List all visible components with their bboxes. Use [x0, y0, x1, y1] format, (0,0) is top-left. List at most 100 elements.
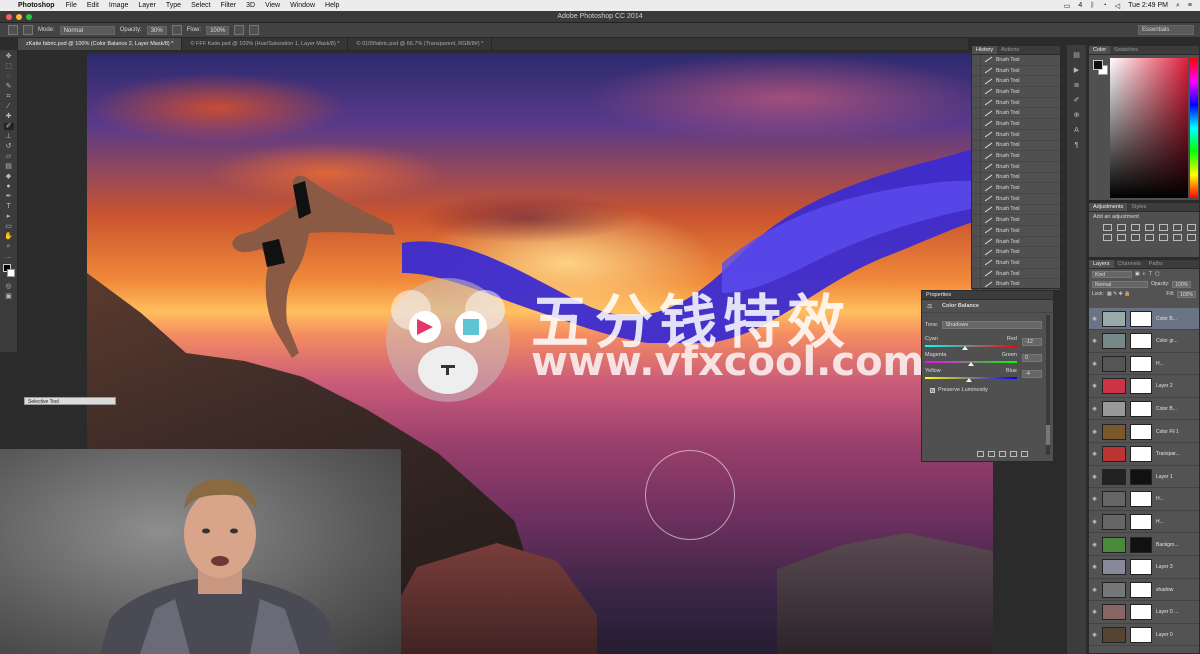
layer-visibility-icon[interactable]: ◉: [1089, 542, 1100, 548]
notification-icon[interactable]: ≡: [1188, 2, 1192, 9]
slider-knob[interactable]: [962, 346, 969, 350]
tab-fabric[interactable]: © 0105fabric.psd @ 66.7% (Transparent, R…: [348, 38, 493, 50]
color-swatches[interactable]: [0, 264, 17, 280]
history-snapshot-toggle[interactable]: [972, 54, 981, 65]
menu-window[interactable]: Window: [290, 2, 315, 9]
history-item[interactable]: Brush Tool: [972, 161, 1060, 173]
filter-adjust-icon[interactable]: ◐: [1143, 271, 1146, 277]
history-snapshot-toggle[interactable]: [972, 161, 981, 172]
quick-select-tool-icon[interactable]: ✎: [4, 83, 14, 90]
layer-row[interactable]: ◉ Color gr...: [1089, 331, 1199, 353]
history-snapshot-toggle[interactable]: [972, 268, 981, 279]
layer-mask-thumbnail[interactable]: [1130, 468, 1152, 485]
layer-name[interactable]: Layer 3: [1156, 564, 1182, 570]
gradient-tool-icon[interactable]: ▤: [4, 163, 14, 170]
character-panel-icon[interactable]: A: [1072, 127, 1082, 135]
properties-scrollbar[interactable]: [1046, 315, 1050, 455]
layer-mask-thumbnail[interactable]: [1130, 355, 1152, 372]
layer-thumbnail[interactable]: [1102, 536, 1126, 553]
history-item[interactable]: Brush Tool: [972, 86, 1060, 98]
marquee-tool-icon[interactable]: ⬚: [4, 63, 14, 70]
history-item[interactable]: Brush Tool: [972, 225, 1060, 237]
workspace-select[interactable]: Essentials: [1138, 25, 1194, 35]
clone-source-icon[interactable]: ⊕: [1072, 112, 1082, 120]
history-snapshot-toggle[interactable]: [972, 129, 981, 140]
layer-row[interactable]: ◉ H...: [1089, 511, 1199, 534]
clip-to-layer-icon[interactable]: [977, 451, 984, 457]
layer-name[interactable]: shadow: [1156, 587, 1182, 593]
history-item[interactable]: Brush Tool: [972, 97, 1060, 109]
history-item[interactable]: Brush Tool: [972, 215, 1060, 226]
color-balance-slider[interactable]: Cyan Red: [925, 336, 1017, 350]
layer-row[interactable]: ◉ Layer 0: [1089, 624, 1199, 647]
layer-name[interactable]: Layer 1: [1156, 474, 1182, 480]
layer-mask-thumbnail[interactable]: [1130, 626, 1152, 643]
layer-visibility-icon[interactable]: ◉: [1089, 406, 1100, 412]
tab-paths[interactable]: Paths: [1145, 260, 1167, 268]
paragraph-panel-icon[interactable]: ¶: [1072, 142, 1082, 150]
history-item[interactable]: Brush Tool: [972, 108, 1060, 120]
history-item[interactable]: Brush Tool: [972, 140, 1060, 152]
quick-mask-icon[interactable]: ◎: [4, 283, 14, 290]
layer-mask-thumbnail[interactable]: [1130, 400, 1152, 417]
preserve-luminosity[interactable]: ✓ Preserve Luminosity: [930, 387, 988, 393]
layer-row[interactable]: ◉ Backgro...: [1089, 534, 1199, 556]
layer-thumbnail[interactable]: [1102, 513, 1126, 530]
layer-thumbnail[interactable]: [1102, 604, 1126, 621]
history-item[interactable]: Brush Tool: [972, 204, 1060, 216]
history-snapshot-toggle[interactable]: [972, 65, 981, 76]
history-snapshot-toggle[interactable]: [972, 247, 981, 258]
layer-mask-thumbnail[interactable]: [1130, 604, 1152, 621]
layer-name[interactable]: Transpar...: [1156, 451, 1182, 457]
history-item[interactable]: Brush Tool: [972, 279, 1060, 291]
history-snapshot-toggle[interactable]: [972, 236, 981, 247]
layer-name[interactable]: Layer 0 ...: [1156, 609, 1182, 615]
path-select-tool-icon[interactable]: ▸: [4, 213, 14, 220]
layer-name[interactable]: H...: [1156, 519, 1182, 525]
lasso-tool-icon[interactable]: ◌: [4, 73, 14, 80]
tab-channels[interactable]: Channels: [1114, 260, 1145, 268]
exposure-icon[interactable]: [1145, 224, 1154, 231]
eraser-tool-icon[interactable]: ▱: [4, 153, 14, 160]
tone-select[interactable]: Shadows: [942, 321, 1043, 329]
scroll-thumb[interactable]: [1046, 425, 1050, 445]
layer-visibility-icon[interactable]: ◉: [1089, 587, 1100, 593]
blend-mode-select[interactable]: Normal: [1092, 280, 1148, 288]
filter-shape-icon[interactable]: ▢: [1155, 271, 1160, 277]
history-item[interactable]: Brush Tool: [972, 183, 1060, 194]
pressure-size-icon[interactable]: [249, 25, 260, 35]
layer-thumbnail[interactable]: [1102, 423, 1126, 440]
spotlight-icon[interactable]: ⌕: [1176, 2, 1180, 10]
layer-visibility-icon[interactable]: ◉: [1089, 451, 1100, 457]
history-item[interactable]: Brush Tool: [972, 118, 1060, 130]
black-white-icon[interactable]: [1103, 234, 1112, 241]
history-item[interactable]: Brush Tool: [972, 65, 1060, 77]
layer-thumbnail[interactable]: [1102, 581, 1126, 598]
history-item[interactable]: Brush Tool: [972, 54, 1060, 66]
menu-3d[interactable]: 3D: [246, 2, 255, 9]
slider-knob[interactable]: [968, 362, 974, 366]
menu-app-name[interactable]: Photoshop: [18, 2, 55, 9]
brush-panel-icon[interactable]: [23, 25, 33, 35]
filter-pixel-icon[interactable]: ▣: [1135, 271, 1140, 277]
layer-name[interactable]: Color Fil 1: [1156, 429, 1182, 435]
move-tool-icon[interactable]: ✥: [4, 53, 14, 60]
layer-row[interactable]: ◉ Layer 3: [1089, 557, 1199, 579]
healing-tool-icon[interactable]: ✚: [4, 113, 14, 120]
layer-row[interactable]: ◉ H...: [1089, 489, 1199, 511]
history-snapshot-toggle[interactable]: [972, 193, 981, 204]
layer-mask-thumbnail[interactable]: [1130, 378, 1152, 395]
tab-actions[interactable]: Actions: [997, 46, 1023, 54]
layer-visibility-icon[interactable]: ◉: [1089, 519, 1100, 525]
photo-filter-icon[interactable]: [1117, 234, 1126, 241]
layer-mask-thumbnail[interactable]: [1130, 491, 1152, 508]
layer-row[interactable]: ◉ shadow: [1089, 579, 1199, 602]
delete-icon[interactable]: [1021, 451, 1028, 457]
history-item[interactable]: Brush Tool: [972, 193, 1060, 205]
layer-name[interactable]: Color gr...: [1156, 338, 1182, 344]
color-lookup-icon[interactable]: [1145, 234, 1154, 241]
layer-visibility-icon[interactable]: ◉: [1089, 609, 1100, 615]
layer-name[interactable]: Backgro...: [1156, 542, 1182, 548]
blur-tool-icon[interactable]: ◆: [4, 173, 14, 180]
layer-visibility-icon[interactable]: ◉: [1089, 429, 1100, 435]
